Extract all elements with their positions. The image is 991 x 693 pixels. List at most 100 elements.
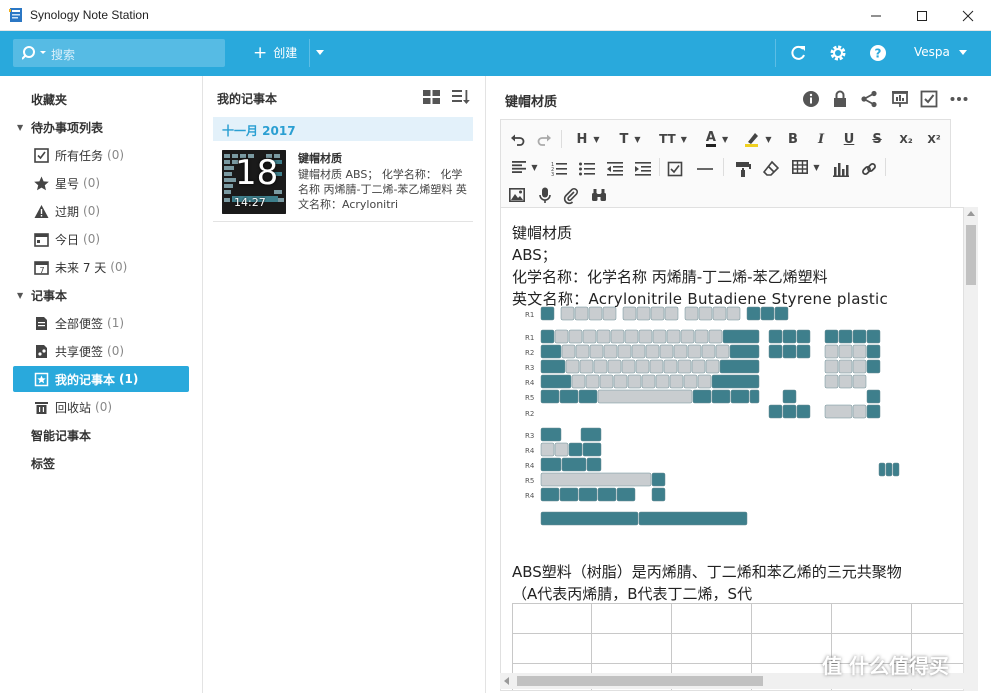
sidebar-item-label: 收藏夹 xyxy=(31,92,68,107)
sidebar-item-all-notes[interactable]: 全部便签 (1) xyxy=(13,310,189,336)
horizontal-scroll-thumb[interactable] xyxy=(517,676,763,686)
font-size-dropdown[interactable]: TT ▼ xyxy=(655,129,691,149)
keyboard-row-label: R1 xyxy=(525,311,534,319)
checkbox-insert-icon[interactable] xyxy=(667,159,683,179)
underline-button[interactable]: U xyxy=(841,129,857,149)
bold-button[interactable]: B xyxy=(785,129,801,149)
note-list-item[interactable]: 18 14:27 键帽材质 键帽材质 ABS； 化学名称： 化学名称 丙烯腈-丁… xyxy=(213,146,473,222)
minimize-button[interactable] xyxy=(853,0,899,31)
superscript-button[interactable]: X² xyxy=(925,129,943,149)
vertical-scrollbar[interactable] xyxy=(964,207,978,691)
keycap xyxy=(607,359,622,374)
keycap xyxy=(593,359,608,374)
scroll-up-icon[interactable] xyxy=(967,211,975,216)
bullet-list-icon[interactable] xyxy=(579,159,595,179)
create-dropdown-button[interactable] xyxy=(309,39,329,67)
keycap xyxy=(712,306,727,321)
heading-label: H xyxy=(576,131,588,147)
keycap xyxy=(698,306,713,321)
keycap xyxy=(602,306,617,321)
subscript-label: X₂ xyxy=(899,132,913,146)
vertical-scroll-thumb[interactable] xyxy=(966,225,976,285)
highlight-dropdown[interactable]: ▼ xyxy=(741,129,775,149)
indent-icon[interactable] xyxy=(635,159,651,179)
binoculars-icon[interactable] xyxy=(591,185,607,205)
font-dropdown[interactable]: T ▼ xyxy=(615,129,645,149)
info-icon[interactable] xyxy=(801,89,821,109)
font-color-dropdown[interactable]: A ▼ xyxy=(701,129,733,149)
sidebar-item-shared-notes[interactable]: 共享便签 (0) xyxy=(13,338,189,364)
more-icon[interactable] xyxy=(949,89,969,109)
chevron-down-icon: ▼ xyxy=(531,162,538,172)
horizontal-rule-icon[interactable] xyxy=(697,159,713,179)
keycap xyxy=(852,344,867,359)
toolbar-divider xyxy=(561,130,562,148)
content-paragraph: ABS塑料（树脂）是丙烯腈、丁二烯和苯乙烯的三元共聚物 xyxy=(512,563,902,581)
keycap xyxy=(683,374,698,389)
attachment-icon[interactable] xyxy=(563,185,579,205)
presentation-icon[interactable] xyxy=(890,89,910,109)
checklist-icon[interactable] xyxy=(919,89,939,109)
keycap xyxy=(589,344,604,359)
keycap xyxy=(852,359,867,374)
scroll-left-icon[interactable] xyxy=(504,677,509,685)
sidebar-item-starred[interactable]: 星号 (0) xyxy=(13,170,189,196)
grid-view-icon[interactable] xyxy=(423,90,440,104)
link-icon[interactable] xyxy=(861,159,877,179)
help-icon[interactable]: ? xyxy=(868,43,888,63)
sidebar-item-next-7-days[interactable]: 7 未来 7 天 (0) xyxy=(13,254,189,280)
keycap-layout-image: R1 R1 R2 R3 R4 R5 R2 R3 R4 R4 R5 R4 xyxy=(525,306,900,526)
format-painter-icon[interactable] xyxy=(735,159,751,179)
keycap xyxy=(617,344,632,359)
redo-icon[interactable] xyxy=(536,129,552,149)
numbered-list-icon[interactable]: 123 xyxy=(551,159,567,179)
italic-button[interactable]: I xyxy=(813,129,829,149)
plus-icon: + xyxy=(253,42,268,63)
microphone-icon[interactable] xyxy=(537,185,553,205)
keycap xyxy=(613,374,628,389)
sidebar-item-label: 星号 xyxy=(55,176,80,191)
sidebar-section-notebook[interactable]: ▼ 记事本 xyxy=(17,282,193,308)
search-input[interactable]: 搜索 xyxy=(13,39,225,67)
undo-icon[interactable] xyxy=(510,129,526,149)
sidebar-item-smart-notebook[interactable]: 智能记事本 xyxy=(17,422,193,448)
table-dropdown[interactable]: ▼ xyxy=(789,157,823,177)
refresh-icon[interactable] xyxy=(788,43,808,63)
align-dropdown[interactable]: ▼ xyxy=(509,157,541,177)
thumbnail-time: 14:27 xyxy=(234,196,266,209)
create-button[interactable]: + 创建 xyxy=(253,44,297,61)
window-titlebar: Synology Note Station xyxy=(0,0,991,31)
chart-icon[interactable] xyxy=(833,159,849,179)
user-menu[interactable]: Vespa xyxy=(914,45,967,59)
sidebar-item-all-tasks[interactable]: 所有任务 (0) xyxy=(13,142,189,168)
image-icon[interactable] xyxy=(509,185,525,205)
close-button[interactable] xyxy=(945,0,991,31)
sidebar-section-todo[interactable]: ▼ 待办事项列表 xyxy=(17,114,193,140)
sidebar-item-overdue[interactable]: 过期 (0) xyxy=(13,198,189,224)
note-list-header: 我的记事本 xyxy=(217,92,278,106)
note-editor-title[interactable]: 键帽材质 xyxy=(505,91,557,110)
calendar-icon xyxy=(33,231,49,247)
keycap xyxy=(782,344,797,359)
heading-dropdown[interactable]: H ▼ xyxy=(573,129,603,149)
outdent-icon[interactable] xyxy=(607,159,623,179)
share-icon[interactable] xyxy=(859,89,879,109)
subscript-button[interactable]: X₂ xyxy=(897,129,915,149)
notebook-star-icon xyxy=(33,371,49,387)
table-icon xyxy=(792,160,809,174)
eraser-icon[interactable] xyxy=(763,159,779,179)
keycap xyxy=(540,306,555,321)
lock-icon[interactable] xyxy=(830,89,850,109)
gear-icon[interactable] xyxy=(828,43,848,63)
sidebar-item-label: 智能记事本 xyxy=(31,428,92,443)
sidebar-item-trash[interactable]: 回收站 (0) xyxy=(13,394,189,420)
sidebar-item-my-notebook[interactable]: 我的记事本 (1) xyxy=(13,366,189,392)
sidebar-item-tags[interactable]: 标签 xyxy=(17,450,193,476)
sort-icon[interactable] xyxy=(452,89,470,105)
sidebar-item-favorites[interactable]: 收藏夹 xyxy=(17,86,193,112)
keycap xyxy=(588,306,603,321)
maximize-button[interactable] xyxy=(899,0,945,31)
strikethrough-button[interactable]: S xyxy=(869,129,885,149)
sidebar-item-today[interactable]: 今日 (0) xyxy=(13,226,189,252)
note-content[interactable]: 键帽材质 ABS； 化学名称：化学名称 丙烯腈-丁二烯-苯乙烯塑料 英文名称：A… xyxy=(500,207,964,691)
